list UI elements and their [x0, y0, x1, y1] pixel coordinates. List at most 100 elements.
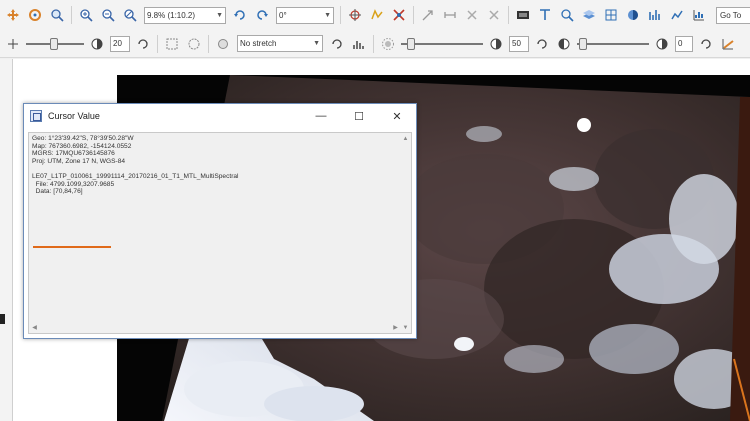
dialog-title: Cursor Value [48, 111, 100, 121]
vertical-scrollbar[interactable]: ▲ ▼ [400, 133, 411, 333]
scroll-left-icon[interactable]: ◀ [29, 322, 40, 333]
arrow-tool-icon[interactable] [420, 7, 436, 23]
pan-icon[interactable] [5, 7, 21, 23]
rotate-icon[interactable] [27, 7, 43, 23]
select-rect-icon[interactable] [164, 36, 180, 52]
refresh-icon[interactable] [329, 36, 345, 52]
main-toolbar: 9.8% (1:10.2) ▼ 0° ▼ Go To [0, 0, 750, 30]
geo-line: Geo: 1°23'39.42"S, 78°39'50.28"W [32, 135, 134, 142]
sharpen-value: 20 [113, 39, 122, 48]
dialog-titlebar[interactable]: Cursor Value — ☐ ✕ [24, 104, 416, 128]
zoom-in-icon[interactable] [78, 7, 94, 23]
maximize-icon: ☐ [354, 110, 364, 123]
close-icon: ✕ [392, 110, 402, 123]
horizontal-scrollbar[interactable]: ◀ ▶ [29, 322, 401, 333]
reset-transparency-icon[interactable] [698, 36, 714, 52]
reset-icon[interactable] [135, 36, 151, 52]
remove-tool-icon[interactable] [464, 7, 480, 23]
toolbar-separator [340, 6, 341, 24]
cursor-value-dialog[interactable]: Cursor Value — ☐ ✕ Geo: 1°23'39.42"S, 78… [23, 103, 417, 339]
stretch-combo[interactable]: No stretch ▼ [237, 35, 323, 52]
rotate-right-icon[interactable] [254, 7, 270, 23]
stretch-value: No stretch [240, 39, 277, 48]
goto-value: Go To [720, 10, 742, 20]
slider-thumb[interactable] [407, 37, 415, 50]
zoom-level-value: 9.8% (1:10.2) [147, 10, 196, 20]
minimize-icon: — [315, 110, 327, 122]
rotation-value: 0° [279, 10, 287, 20]
chip-view-icon[interactable] [537, 7, 553, 23]
zoom-out-icon[interactable] [100, 7, 116, 23]
cursor-value-lines: Geo: 1°23'39.42"S, 78°39'50.28"W Map: 76… [32, 135, 239, 196]
window-app-icon [30, 110, 42, 122]
brightness-value: 50 [512, 39, 521, 48]
scroll-right-icon[interactable]: ▶ [390, 322, 401, 333]
sharpen-icon [89, 36, 105, 52]
brightness-icon [380, 36, 396, 52]
chevron-down-icon: ▼ [216, 11, 223, 19]
portal-icon[interactable] [515, 7, 531, 23]
transparency-level-icon [654, 36, 670, 52]
file-coord-line: File: 4799.1099,3207.9685 [32, 180, 115, 188]
maximize-button[interactable]: ☐ [340, 104, 378, 128]
toolbar-separator [208, 34, 209, 53]
minimize-button[interactable]: — [302, 104, 340, 128]
slider-thumb[interactable] [50, 37, 58, 50]
left-panel-strip[interactable] [0, 59, 13, 421]
data-value-line: Data: [70,84,76] [32, 188, 83, 196]
close-button[interactable]: ✕ [378, 104, 416, 128]
profile-icon[interactable] [669, 7, 685, 23]
measure-icon[interactable] [442, 7, 458, 23]
mgrs-line: MGRS: 17MQU6736145876 [32, 150, 115, 158]
contrast-icon [488, 36, 504, 52]
flicker-icon[interactable] [625, 7, 641, 23]
dataset-name-line: LE07_L1TP_010061_19991114_20170216_01_T1… [32, 172, 239, 180]
slider-thumb[interactable] [579, 37, 587, 50]
spectral-icon[interactable] [647, 7, 663, 23]
toolbar-separator [373, 34, 374, 53]
enhancement-toolbar: 20 No stretch ▼ 50 0 [0, 30, 750, 58]
brightness-slider[interactable] [401, 37, 483, 51]
clear-icon[interactable] [486, 7, 502, 23]
select-ellipse-icon[interactable] [186, 36, 202, 52]
transparency-value: 0 [678, 39, 683, 48]
chart-icon[interactable] [691, 7, 707, 23]
chart-orange-icon[interactable] [720, 36, 736, 52]
brightness-value-field[interactable]: 50 [509, 35, 529, 52]
highlight-underline [33, 246, 111, 248]
zoom-icon[interactable] [49, 7, 65, 23]
grid-icon[interactable] [603, 7, 619, 23]
cursor-value-text-area[interactable]: Geo: 1°23'39.42"S, 78°39'50.28"W Map: 76… [28, 132, 412, 334]
transparency-value-field[interactable]: 0 [675, 35, 693, 52]
sharpen-value-field[interactable]: 20 [110, 35, 130, 52]
proj-line: Proj: UTM, Zone 17 N, WGS-84 [32, 157, 126, 165]
panel-grip-icon[interactable] [0, 314, 5, 324]
toolbar-separator [71, 6, 72, 24]
layer-icon[interactable] [581, 7, 597, 23]
search-icon[interactable] [559, 7, 575, 23]
crosshair-small-icon[interactable] [5, 36, 21, 52]
transparency-slider[interactable] [577, 37, 649, 51]
envi-app-window: 9.8% (1:10.2) ▼ 0° ▼ Go To 20 No stretch… [0, 0, 750, 421]
annotation-icon[interactable] [391, 7, 407, 23]
goto-field[interactable]: Go To [716, 6, 750, 24]
histogram-icon[interactable] [351, 36, 367, 52]
toolbar-separator [413, 6, 414, 24]
stretch-icon[interactable] [215, 36, 231, 52]
sharpen-slider[interactable] [26, 37, 84, 51]
scroll-down-icon[interactable]: ▼ [400, 322, 411, 333]
toolbar-separator [508, 6, 509, 24]
scroll-up-icon[interactable]: ▲ [400, 133, 411, 144]
chevron-down-icon: ▼ [313, 40, 320, 47]
rotation-combo[interactable]: 0° ▼ [276, 6, 334, 24]
slider-track [577, 42, 649, 45]
transparency-icon [556, 36, 572, 52]
crosshair-icon[interactable] [347, 7, 363, 23]
reset-brightness-icon[interactable] [534, 36, 550, 52]
toolbar-separator [157, 34, 158, 53]
zoom-level-combo[interactable]: 9.8% (1:10.2) ▼ [144, 6, 226, 24]
vector-icon[interactable] [369, 7, 385, 23]
rotate-left-icon[interactable] [232, 7, 248, 23]
fixed-zoom-icon[interactable] [122, 7, 138, 23]
